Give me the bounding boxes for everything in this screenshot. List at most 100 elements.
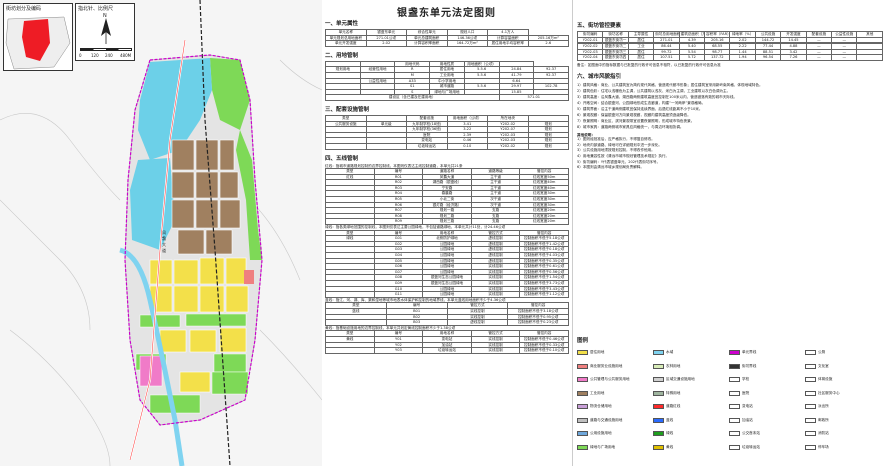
table-cell [325, 347, 375, 354]
legend-swatch-icon [729, 404, 740, 409]
table-cell [365, 142, 407, 150]
table-row: R09 规划三路 支路 红线宽度20m [325, 218, 569, 225]
table-cell: R09 [373, 218, 424, 225]
s6-title: 六、城市风貌指引 [577, 73, 622, 80]
table-cell: — [805, 54, 833, 61]
legend-label: 体育设施 [818, 377, 833, 381]
table-cell: 支路 [470, 218, 521, 225]
table-cell: 控制面积不低于0.18公顷 [519, 246, 569, 253]
green-line-table: 类型 编号 用地名称 管控方式 管控内容 绿线 G01 北侧防护绿地 虚线控制 控制面积不低于5.… [325, 229, 569, 298]
legend-swatch-icon [653, 363, 664, 369]
table-cell: 实线控制 [470, 347, 521, 354]
legend-swatch-icon [729, 431, 740, 436]
table-cell: 规划三路 [422, 218, 472, 225]
table-cell: 2.6 [527, 40, 569, 47]
s2-title: 二、用地管制 [325, 52, 359, 59]
legend-item: 学校 [729, 377, 749, 382]
legend-swatch-icon [577, 363, 588, 369]
legend-label: 商业服务业设施用地 [590, 363, 623, 368]
table-cell [325, 291, 375, 298]
legend-label: 垃圾转运站 [742, 444, 760, 449]
table-header-cell: 用地面积（公顷） [463, 60, 500, 68]
s1-title: 一、单元属性 [325, 21, 359, 27]
legend: 图例 居住用地 商业服务业设施用地 公共管理与公共服务用地 工业用地 物流仓储用地 道路与… [577, 336, 883, 462]
table-cell: 计算容积率面积 [406, 40, 448, 47]
legend-label: 医院 [742, 390, 750, 395]
legend-label: 道路红线 [666, 404, 681, 408]
table-row: 垃圾转运站 0.10 Y202-02 规划 [325, 142, 569, 150]
table-cell: 虚线控制 [446, 319, 509, 326]
legend-item: 变电站 [729, 404, 753, 409]
s4-title: 四、五线管制 [325, 155, 359, 162]
style-guide-item: 8）城市家具：道路两侧城市家具应风格统一，与周边环境相协调。 [577, 124, 684, 129]
north-title: 指北针、比例尺 [78, 6, 114, 12]
legend-item: 居住用地 [577, 350, 604, 355]
table-cell: 控制面积不低于5.18公顷 [519, 235, 569, 242]
table-cell: 实线控制 [470, 291, 521, 298]
legend-item: 公用设施用地 [577, 431, 612, 436]
legend-item: 医院 [729, 390, 750, 396]
legend-item: 农林用地 [653, 363, 681, 369]
table-header-cell: 街坊总用地面积（公顷） [653, 31, 680, 38]
table-cell: 公园绿地 [422, 291, 472, 298]
table-cell: Y202-04 [576, 54, 604, 61]
land-use-map: 街坊划分及编码 指北针、比例尺 N 0 120 240 480M 凤 翥 大 道 [0, 0, 322, 466]
legend-label: 公厕 [818, 350, 826, 354]
table-cell: 居住用地平均容积率 [487, 40, 529, 47]
inset-title: 街坊划分及编码 [6, 6, 42, 12]
legend-swatch-icon [653, 431, 664, 436]
legend-label: 公用设施用地 [590, 431, 612, 435]
legend-label: 蓝线 [666, 417, 674, 422]
legend-item: 停车场 [805, 444, 829, 450]
table-cell: 2.02 [365, 40, 407, 47]
table-cell: — [831, 54, 858, 61]
legend-item: 体育设施 [805, 377, 832, 382]
legend-item: 蓝线 [653, 417, 674, 423]
legend-swatch-icon [577, 377, 588, 382]
yellow-line-table: 类型 编号 用地名称 管控方式 管控内容 黄线 Y01 变电站 实线控制 控制面积不低于0.46公… [325, 330, 569, 354]
blue-line-table: 类型 编号 管控方式 管控内容 蓝线 B01 实线控制 控制面积不低于3.18公顷 B02 实线控… [325, 302, 569, 326]
unit-attributes-table: 单元名称 银盏东单元 综合性单元 规划人口 4.1万人 单元规划总用地面积 271.01公顷… [325, 29, 569, 47]
legend-label: 绿地与广场用地 [590, 444, 616, 449]
legend-swatch-icon [653, 390, 664, 396]
legend-label: 变电站 [742, 404, 753, 408]
table-cell: 垃圾转运站 [422, 347, 472, 354]
table-cell: G11 [373, 291, 424, 298]
legend-item: 街坊界线 [729, 363, 757, 369]
table-header-cell: 用地面积（公顷） [446, 114, 488, 122]
s5-note: 备注：如图面中的指标数据与已批复的行政许可信息不相符，以已批复的行政许可信息为准 [577, 62, 721, 67]
legend-swatch-icon [653, 404, 664, 409]
legend-label: 农林用地 [666, 363, 681, 368]
legend-swatch-icon [805, 377, 816, 382]
table-cell: 绿地与广场用地 [429, 88, 465, 96]
scale-240: 240 [105, 53, 113, 58]
table-cell: 控制面积不低于1.12公顷 [519, 291, 569, 298]
table-cell: 银盏东街坊二 [602, 43, 629, 50]
table-cell [325, 142, 367, 150]
commercial-block-2 [244, 270, 254, 284]
legend-label: 学校 [742, 377, 750, 381]
extra-note-item: 6）本图则由清远市城乡规划局负责解释。 [577, 165, 644, 170]
total-label: 建设区（含已建及在建用地） [325, 94, 500, 101]
legend-item: 消防站 [805, 431, 829, 436]
legend-swatch-icon [729, 444, 740, 450]
control-text-column: 一、单元属性 单元名称 银盏东单元 综合性单元 规划人口 4.1万人 单元规划总用地面积 2… [322, 0, 572, 466]
legend-item: 区域交通设施用地 [653, 377, 695, 382]
north-scale-box: 指北针、比例尺 N 0 120 240 480M [75, 3, 135, 61]
legend-swatch-icon [577, 404, 588, 409]
legend-item: 垃圾转运站 [729, 444, 760, 450]
legend-item: 公厕 [805, 350, 825, 355]
legend-item: 邮政所 [805, 417, 829, 423]
table-cell: 单元开发强度 [325, 40, 367, 47]
legend-item: 工业用地 [577, 390, 604, 396]
table-cell: 5.72 [678, 54, 706, 61]
legend-swatch-icon [805, 350, 816, 355]
table-cell: 控制面积不低于0.33公顷 [519, 341, 569, 349]
district-inset: 街坊划分及编码 [3, 3, 73, 71]
table-cell: 1.94 [729, 54, 756, 61]
legend-item: 单元界线 [729, 350, 756, 355]
legend-items: 居住用地 商业服务业设施用地 公共管理与公共服务用地 工业用地 物流仓储用地 道路与交通设… [577, 344, 883, 462]
legend-item: 物流仓储用地 [577, 404, 612, 409]
table-cell: 垃圾转运站 [406, 142, 448, 150]
legend-label: 街坊界线 [742, 363, 757, 368]
